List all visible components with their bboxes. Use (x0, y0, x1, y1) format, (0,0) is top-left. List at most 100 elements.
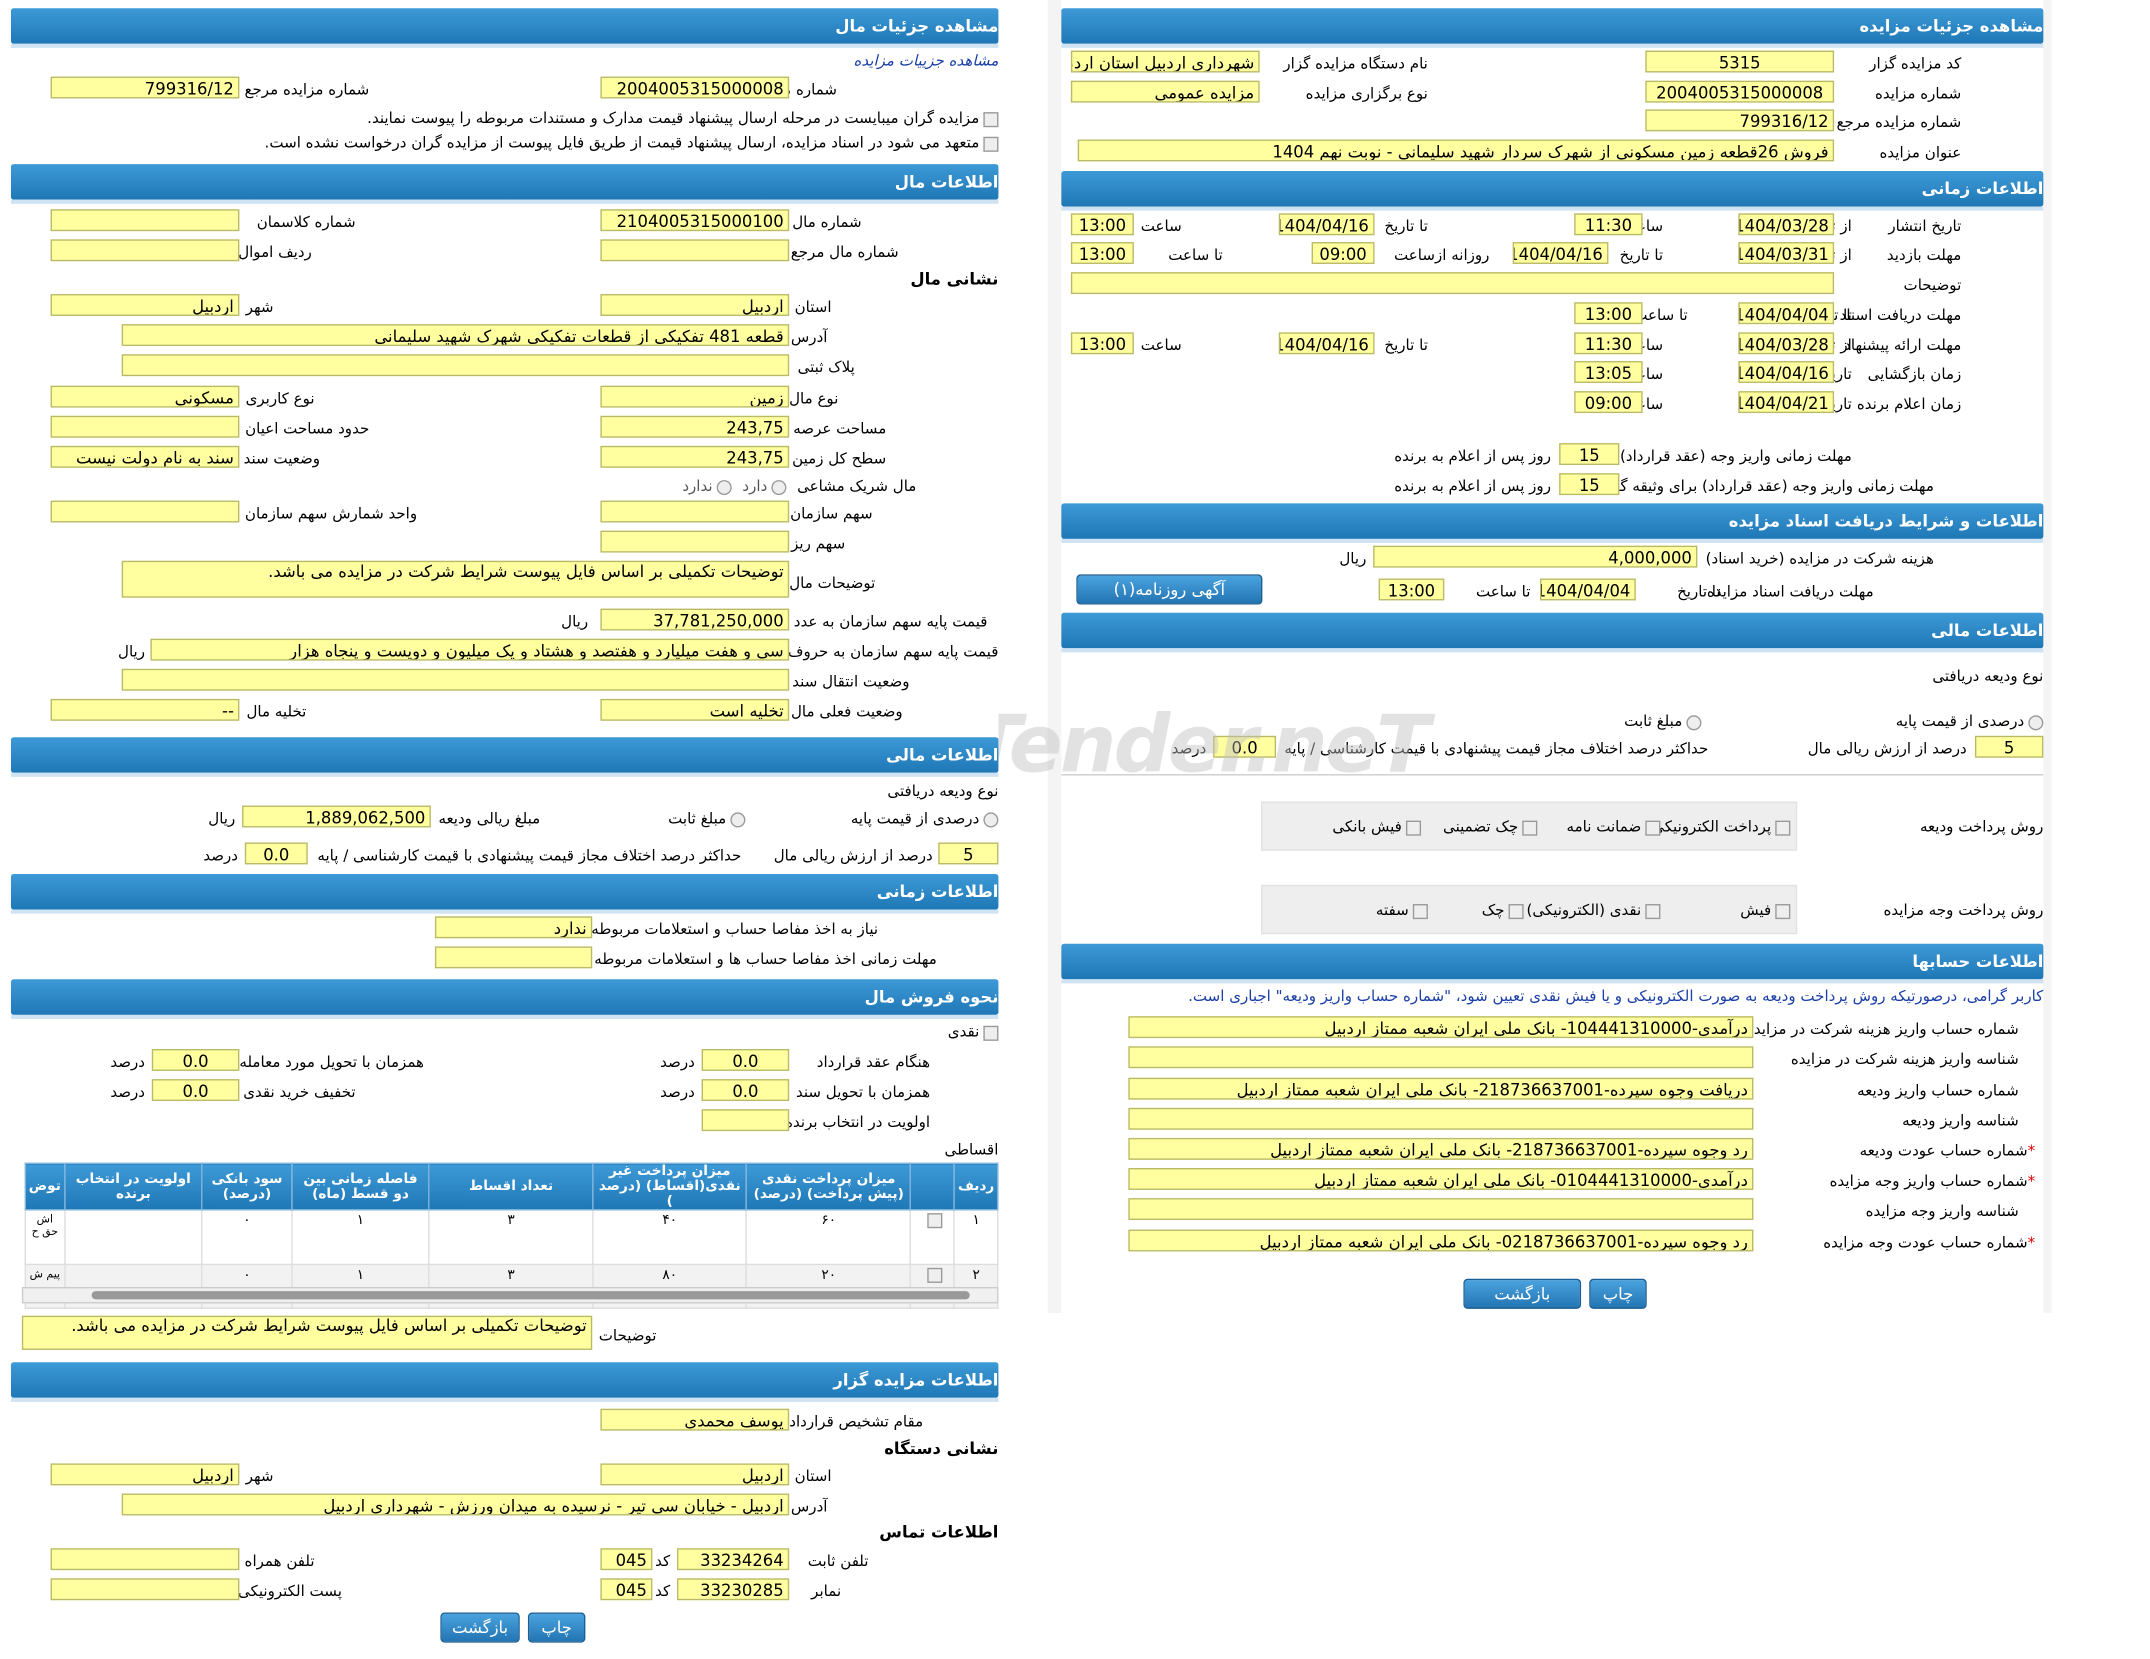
sale-method-header: نحوه فروش مال (10, 979, 999, 1019)
payment-id-field (1128, 1198, 1754, 1220)
no-share-option[interactable]: ندارد (682, 477, 732, 495)
has-share-option[interactable]: دارد (742, 477, 787, 495)
contract-time-label: هنگام عقد قرارداد (816, 1053, 931, 1071)
phone-field: 33234264 (677, 1548, 790, 1571)
no-share-radio[interactable] (716, 479, 732, 495)
auction-title-field: فروش 26قطعه زمين مسكوني از شهرک سردار شه… (1077, 139, 1835, 162)
print-button[interactable]: چاپ (1589, 1278, 1647, 1309)
item-address-title: نشانی مال (910, 269, 999, 289)
table-header-row: ردیف میزان پرداخت نقدی (پیش پرداخت) (درص… (24, 1162, 999, 1211)
bank-slip-checkbox[interactable] (1405, 819, 1422, 835)
cheque-option[interactable]: چک (1482, 901, 1524, 919)
cash-option[interactable]: نقدی (948, 1023, 999, 1041)
electronic-checkbox[interactable] (1775, 819, 1791, 835)
percent-base-radio[interactable] (983, 811, 999, 827)
guarantor-deadline-label: مهلت زمانی واریز وجه (عقد قرارداد) برای … (1601, 477, 1934, 496)
reference-number-label: شماره مزایده مرجع (244, 80, 370, 99)
has-share-radio[interactable] (771, 479, 787, 495)
sale-description-field: توضیحات تکمیلی بر اساس فایل پیوست شرایط … (21, 1315, 593, 1350)
publish-to-time-field: 13:00 (1070, 213, 1134, 236)
fixed-amount-option[interactable]: مبلغ ثابت (1624, 713, 1702, 730)
participation-fee-label: هزینه شرکت در مزایده (خرید اسناد) (1705, 549, 1934, 568)
required-star: * (2027, 1233, 2036, 1252)
class-number-label: شماره کلاسمان (256, 213, 356, 232)
cash-text: نقدی (947, 1023, 980, 1041)
accounts-header: اطلاعات حسابها (1061, 943, 2044, 984)
code-label: کد (655, 1582, 671, 1601)
newspaper-ad-button[interactable]: آگهی روزنامه(۱) (1076, 574, 1263, 605)
land-area-label: مساحت عرصه (793, 419, 887, 438)
cheque-guarantee-checkbox[interactable] (1522, 819, 1538, 835)
deed-transfer-field (121, 668, 790, 691)
visit-to-field: 1404/04/16 (1512, 242, 1609, 264)
slip-option[interactable]: فیش (1740, 901, 1791, 919)
promissory-checkbox[interactable] (1412, 903, 1428, 919)
visit-daily-start-field: 09:00 (1311, 242, 1375, 264)
bank-slip-option[interactable]: فیش بانکی (1332, 817, 1422, 836)
percent-base-option[interactable]: درصدی از قیمت پایه (851, 810, 999, 827)
fixed-amount-option[interactable]: مبلغ ثابت (668, 810, 746, 827)
publish-to-field: 1404/04/16 (1278, 213, 1375, 236)
percent-base-option[interactable]: درصدی از قیمت پایه (1896, 713, 2044, 730)
bank-slip-text: فیش بانکی (1332, 817, 1402, 836)
cheque-guarantee-option[interactable]: چک تضمینی (1443, 818, 1538, 836)
row-checkbox[interactable] (927, 1213, 943, 1229)
base-price-words-field: سی و هفت میلیارد و هفتصد و هشتاد و یک می… (150, 638, 790, 661)
percent-value-label: درصد از ارزش ریالی مال (1807, 739, 1967, 758)
asset-row-field (50, 239, 240, 262)
clearance-deadline-field (434, 946, 593, 969)
slip-checkbox[interactable] (1775, 903, 1791, 919)
fixed-amount-radio[interactable] (1686, 714, 1702, 730)
row-checkbox[interactable] (927, 1267, 943, 1283)
days-after-label: روز پس از اعلام به برنده (1394, 477, 1551, 496)
cell-notes: اش حق ح (24, 1209, 66, 1266)
doc-deadline-label: مهلت دریافت اسناد (1839, 306, 1962, 325)
time-label: ساعت (1140, 217, 1182, 236)
percent-label: درصد (203, 846, 238, 865)
guarantee-option[interactable]: ضمانت نامه (1567, 818, 1661, 836)
visit-deadline-label: مهلت بازدید (1886, 246, 1962, 264)
phone-label: تلفن ثابت (807, 1552, 869, 1571)
back-button[interactable]: بازگشت (1463, 1278, 1582, 1309)
view-auction-link[interactable]: مشاهده جزییات مزایده (853, 52, 998, 70)
item-details-panel: مشاهده جزئیات مال مشاهده جزییات مزایده ش… (10, 0, 999, 1659)
fixed-amount-radio[interactable] (730, 811, 746, 827)
required-star: * (2027, 1172, 2036, 1190)
cheque-checkbox[interactable] (1508, 903, 1524, 919)
cash-electronic-checkbox[interactable] (1645, 903, 1661, 919)
total-land-label: سطح کل زمین (792, 449, 887, 468)
to-date-label: تا تاریخ (1384, 217, 1428, 236)
guarantor-deadline-field: 15 (1559, 473, 1620, 496)
item-kind-field: زمین (600, 385, 790, 408)
no-attachment-text: متعهد می شود در اسناد مزایده، ارسال پیشن… (264, 134, 980, 152)
percent-base-radio[interactable] (2028, 714, 2044, 730)
cash-electronic-option[interactable]: نقدی (الکترونیکی) (1526, 901, 1661, 919)
deposit-method-label: روش پرداخت ودیعه (1919, 817, 2044, 836)
winner-date-field: 1404/04/21 (1738, 391, 1835, 414)
base-price-number-field: 37,781,250,000 (600, 608, 790, 631)
delivery-time-field: 0.0 (151, 1049, 240, 1071)
table-horizontal-scrollbar[interactable] (21, 1287, 999, 1304)
attach-docs-condition: مزایده گران میبایست در مرحله ارسال پیشنه… (367, 109, 999, 127)
required-star: * (2027, 1142, 2036, 1160)
usage-type-label: نوع کاربری (245, 389, 315, 408)
electronic-option[interactable]: پرداخت الکترونیکی (1652, 818, 1791, 836)
print-button[interactable]: چاپ (527, 1612, 586, 1643)
province-field: اردبیل (600, 1463, 790, 1486)
promissory-text: سفته (1375, 901, 1409, 920)
promissory-option[interactable]: سفته (1376, 901, 1428, 919)
back-button[interactable]: بازگشت (440, 1612, 520, 1643)
offer-from-field: 1404/03/28 (1738, 332, 1835, 355)
scrollbar-thumb[interactable] (91, 1291, 970, 1300)
cash-checkbox[interactable] (983, 1025, 999, 1041)
cell-row: ۱ (953, 1209, 999, 1266)
guarantee-checkbox[interactable] (1645, 819, 1661, 835)
opening-time-field: 13:05 (1574, 361, 1643, 383)
time-info-header: اطلاعات زمانی (10, 873, 999, 914)
holding-type-label: نوع برگزاری مزایده (1305, 84, 1428, 103)
payment-method-label: روش پرداخت وجه مزایده (1883, 901, 2044, 920)
building-area-field (50, 415, 240, 438)
cell-select[interactable] (910, 1209, 956, 1266)
delivery-time-label: همزمان با تحویل مورد معامله (239, 1053, 424, 1071)
publish-date-label: تاریخ انتشار (1888, 217, 1962, 236)
